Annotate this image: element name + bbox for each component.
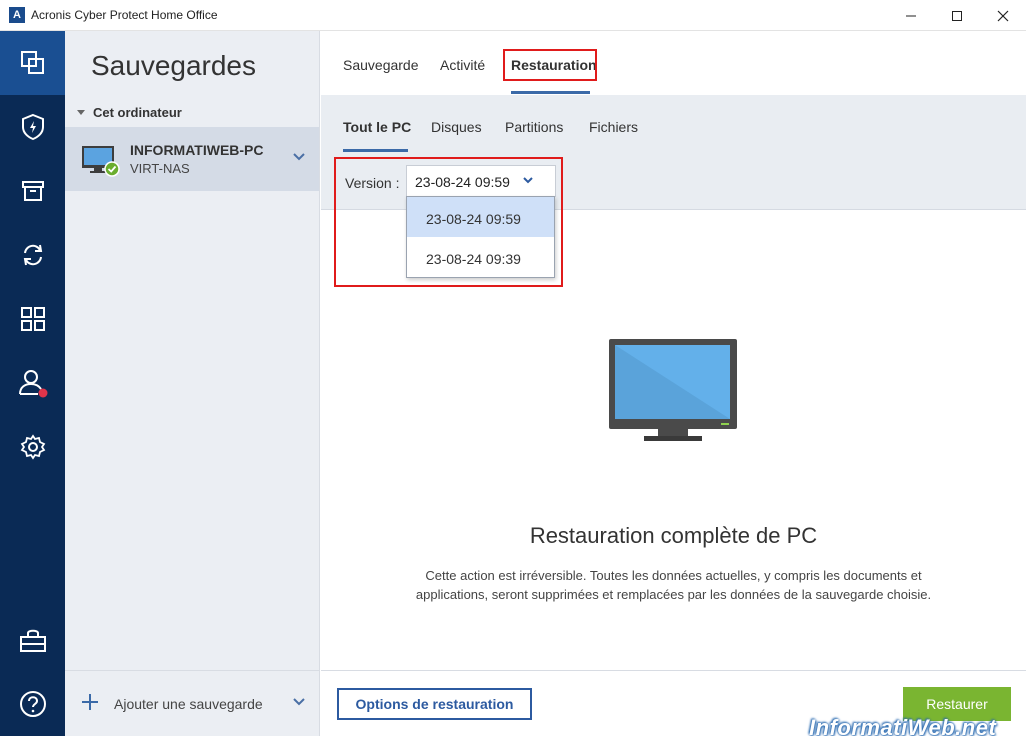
title-bar: A Acronis Cyber Protect Home Office <box>0 0 1026 31</box>
window-title: Acronis Cyber Protect Home Office <box>31 8 218 22</box>
active-tab-indicator <box>511 91 590 94</box>
sync-icon <box>23 244 42 266</box>
tab-backup[interactable]: Sauvegarde <box>343 57 419 73</box>
nav-archive[interactable] <box>0 159 65 223</box>
acronis-logo-icon: A <box>9 7 25 23</box>
active-subtab-indicator <box>343 149 408 152</box>
account-icon <box>18 370 47 398</box>
tab-activity[interactable]: Activité <box>440 57 485 73</box>
plus-icon[interactable] <box>81 693 99 711</box>
subtab-files[interactable]: Fichiers <box>589 119 638 135</box>
nav-help[interactable] <box>0 672 65 736</box>
action-footer: Options de restauration Restaurer Inform… <box>321 670 1026 736</box>
backups-sidebar: Sauvegardes Cet ordinateur INFORMATIWEB-… <box>65 31 320 736</box>
nav-rail <box>0 31 65 736</box>
nav-sync[interactable] <box>0 223 65 287</box>
nav-protection[interactable] <box>0 95 65 159</box>
nav-backup[interactable] <box>0 31 65 95</box>
monitor-illustration-icon <box>609 339 737 441</box>
help-icon <box>19 691 46 717</box>
subtab-partitions[interactable]: Partitions <box>505 119 563 135</box>
nav-account[interactable] <box>0 351 65 415</box>
watermark: InformatiWeb.net <box>809 715 997 736</box>
sidebar-title: Sauvegardes <box>91 50 257 81</box>
archive-icon <box>21 181 44 201</box>
recovery-heading: Restauration complète de PC <box>529 523 818 548</box>
main-panel: Sauvegarde Activité Restauration Tout le… <box>321 31 1026 736</box>
subtab-entire-pc[interactable]: Tout le PC <box>343 119 411 135</box>
backup-destination: VIRT-NAS <box>130 161 190 176</box>
group-label: Cet ordinateur <box>93 105 182 120</box>
collapse-triangle-icon <box>77 110 85 115</box>
tools-icon <box>20 307 45 331</box>
nav-settings[interactable] <box>0 415 65 479</box>
description-line: applications, seront supprimées et rempl… <box>415 587 932 602</box>
close-icon <box>997 10 1009 21</box>
minimize-icon <box>906 15 916 16</box>
settings-icon <box>20 434 45 460</box>
maximize-icon <box>952 10 962 21</box>
close-button[interactable] <box>980 0 1026 31</box>
chevron-down-icon[interactable] <box>293 698 305 706</box>
recovery-description: Cette action est irréversible. Toutes le… <box>381 566 966 604</box>
add-backup-button[interactable]: Ajouter une sauvegarde <box>114 696 263 712</box>
maximize-button[interactable] <box>934 0 980 31</box>
computer-ok-icon <box>82 146 120 177</box>
backup-icon <box>20 51 44 74</box>
add-backup-bar: Ajouter une sauvegarde <box>65 670 319 736</box>
nav-store[interactable] <box>0 608 65 672</box>
highlight-box <box>334 157 563 287</box>
store-icon <box>19 629 46 652</box>
description-line: Cette action est irréversible. Toutes le… <box>425 568 922 583</box>
backup-item[interactable]: INFORMATIWEB-PC VIRT-NAS <box>65 127 319 191</box>
main-tabs: Sauvegarde Activité Restauration <box>321 31 1026 95</box>
chevron-down-icon[interactable] <box>293 153 305 161</box>
subtab-disks[interactable]: Disques <box>431 119 482 135</box>
nav-tools[interactable] <box>0 287 65 351</box>
group-this-computer[interactable]: Cet ordinateur <box>77 105 182 120</box>
backup-name: INFORMATIWEB-PC <box>130 142 264 158</box>
recovery-options-button[interactable]: Options de restauration <box>337 688 532 720</box>
protection-icon <box>21 113 44 141</box>
highlight-box <box>503 49 597 81</box>
minimize-button[interactable] <box>888 0 934 31</box>
